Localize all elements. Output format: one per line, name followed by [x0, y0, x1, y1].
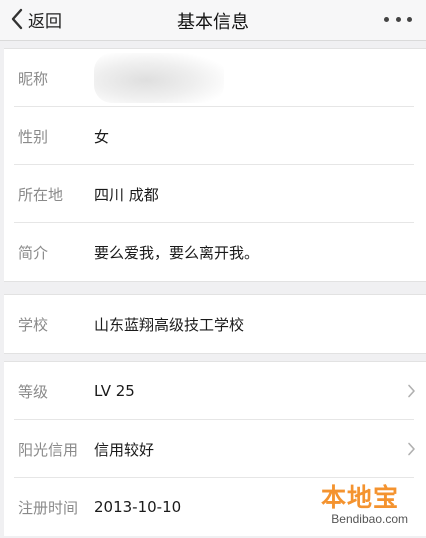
page-title: 基本信息	[177, 12, 249, 33]
level-row[interactable]: 等级 LV 25	[4, 362, 426, 420]
bio-value: 要么爱我，要么离开我。	[94, 243, 260, 262]
register-value: 2013-10-10	[94, 498, 182, 516]
school-label: 学校	[18, 315, 49, 334]
level-label: 等级	[18, 382, 49, 401]
nav-bar: 返回 基本信息	[0, 0, 426, 41]
chevron-right-icon	[408, 442, 415, 456]
watermark-logo-text: 本地宝	[320, 483, 399, 512]
level-value: LV 25	[94, 382, 135, 400]
gender-label: 性别	[18, 127, 49, 146]
nickname-label: 昵称	[18, 69, 49, 88]
chevron-right-icon	[408, 384, 415, 398]
more-dot-icon	[395, 16, 401, 22]
watermark-url: Bendibao.com	[331, 512, 408, 526]
location-value: 四川 成都	[94, 185, 159, 204]
more-dot-icon	[384, 16, 389, 22]
more-dot-icon	[407, 16, 412, 22]
watermark-logo: 本地宝 Bendibao.com	[308, 478, 412, 532]
nickname-redaction	[94, 53, 224, 103]
register-label: 注册时间	[18, 498, 79, 517]
school-value: 山东蓝翔高级技工学校	[94, 315, 245, 334]
gender-row[interactable]: 性别 女	[4, 107, 426, 165]
school-row[interactable]: 学校 山东蓝翔高级技工学校	[4, 295, 426, 353]
credit-label: 阳光信用	[18, 440, 79, 459]
more-button[interactable]	[384, 10, 412, 28]
credit-row[interactable]: 阳光信用 信用较好	[4, 420, 426, 478]
location-row[interactable]: 所在地 四川 成都	[4, 165, 426, 223]
bio-row[interactable]: 简介 要么爱我，要么离开我。	[4, 223, 426, 281]
credit-value: 信用较好	[94, 440, 155, 459]
profile-group: 昵称 性别 女 所在地 四川 成都 简介 要么爱我，要么离开我。	[4, 48, 426, 282]
bio-label: 简介	[18, 243, 49, 262]
back-button[interactable]: 返回	[10, 6, 62, 32]
chevron-left-icon	[11, 8, 23, 30]
nickname-row[interactable]: 昵称	[4, 49, 426, 107]
gender-value: 女	[94, 127, 110, 146]
location-label: 所在地	[18, 185, 64, 204]
school-group: 学校 山东蓝翔高级技工学校	[4, 294, 426, 354]
back-button-label: 返回	[28, 11, 62, 32]
